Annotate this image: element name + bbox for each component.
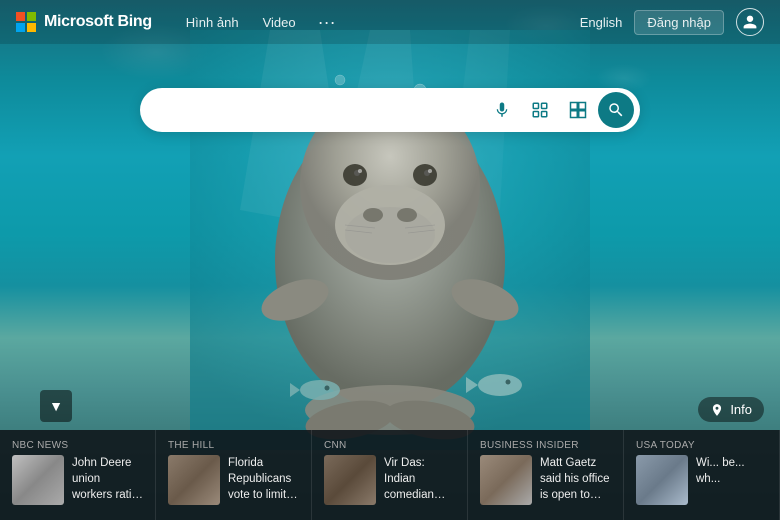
news-source-bi: Business Insider — [480, 440, 611, 451]
search-input[interactable] — [160, 102, 484, 119]
mic-icon — [493, 101, 511, 119]
chevron-down-icon: ▼ — [49, 398, 63, 414]
location-icon — [710, 403, 724, 417]
grid-icon — [569, 101, 587, 119]
news-body-bi: Matt Gaetz said his office is open to hi… — [480, 455, 611, 505]
news-card-bi[interactable]: Business Insider Matt Gaetz said his off… — [468, 430, 624, 520]
microsoft-logo — [16, 12, 36, 32]
news-headline-cnn: Vir Das: Indian comedian polarizes natio… — [384, 455, 455, 503]
logo-red — [16, 12, 25, 21]
news-thumb-cnn — [324, 455, 376, 505]
grid-search-button[interactable] — [560, 92, 596, 128]
news-source-nbc: NBC News — [12, 440, 143, 451]
nav-right: English Đăng nhập — [580, 8, 764, 36]
login-button[interactable]: Đăng nhập — [634, 10, 724, 35]
news-strip: NBC News John Deere union workers ratify… — [0, 430, 780, 520]
visual-search-button[interactable] — [522, 92, 558, 128]
logo-yellow — [27, 23, 36, 32]
news-card-hill[interactable]: The Hill Florida Republicans vote to lim… — [156, 430, 312, 520]
news-body-cnn: Vir Das: Indian comedian polarizes natio… — [324, 455, 455, 505]
news-body-hill: Florida Republicans vote to limit vaccin… — [168, 455, 299, 505]
news-thumb-usa — [636, 455, 688, 505]
nav-video[interactable]: Video — [253, 11, 306, 34]
news-headline-bi: Matt Gaetz said his office is open to hi… — [540, 455, 611, 503]
news-source-hill: The Hill — [168, 440, 299, 451]
info-label: Info — [730, 402, 752, 417]
news-source-usa: USA TODAY — [636, 440, 767, 451]
news-thumb-nbc — [12, 455, 64, 505]
nav-links: Hình ảnh Video ··· — [176, 10, 344, 35]
search-icon — [607, 101, 625, 119]
nav-more[interactable]: ··· — [310, 10, 344, 35]
camera-icon — [531, 101, 549, 119]
news-card-cnn[interactable]: CNN Vir Das: Indian comedian polarizes n… — [312, 430, 468, 520]
microphone-button[interactable] — [484, 92, 520, 128]
news-headline-nbc: John Deere union workers ratify new deal… — [72, 455, 143, 503]
user-avatar[interactable] — [736, 8, 764, 36]
news-headline-hill: Florida Republicans vote to limit vaccin… — [228, 455, 299, 503]
language-selector[interactable]: English — [580, 15, 623, 30]
search-bar — [140, 88, 640, 132]
news-body-usa: Wi... be... wh... — [636, 455, 767, 505]
news-headline-usa: Wi... be... wh... — [696, 455, 767, 487]
news-thumb-hill — [168, 455, 220, 505]
news-card-nbc[interactable]: NBC News John Deere union workers ratify… — [0, 430, 156, 520]
logo-blue — [16, 23, 25, 32]
news-card-usa[interactable]: USA TODAY Wi... be... wh... — [624, 430, 780, 520]
search-action-icons — [484, 92, 634, 128]
news-source-cnn: CNN — [324, 440, 455, 451]
news-thumb-bi — [480, 455, 532, 505]
news-body-nbc: John Deere union workers ratify new deal… — [12, 455, 143, 505]
brand-name: Microsoft Bing — [44, 13, 152, 31]
avatar-icon — [742, 14, 758, 30]
navbar: Microsoft Bing Hình ảnh Video ··· Englis… — [0, 0, 780, 44]
search-container — [140, 88, 640, 132]
search-button[interactable] — [598, 92, 634, 128]
logo-area[interactable]: Microsoft Bing — [16, 12, 152, 32]
scroll-down-button[interactable]: ▼ — [40, 390, 72, 422]
info-button[interactable]: Info — [698, 397, 764, 422]
logo-green — [27, 12, 36, 21]
nav-images[interactable]: Hình ảnh — [176, 11, 249, 34]
